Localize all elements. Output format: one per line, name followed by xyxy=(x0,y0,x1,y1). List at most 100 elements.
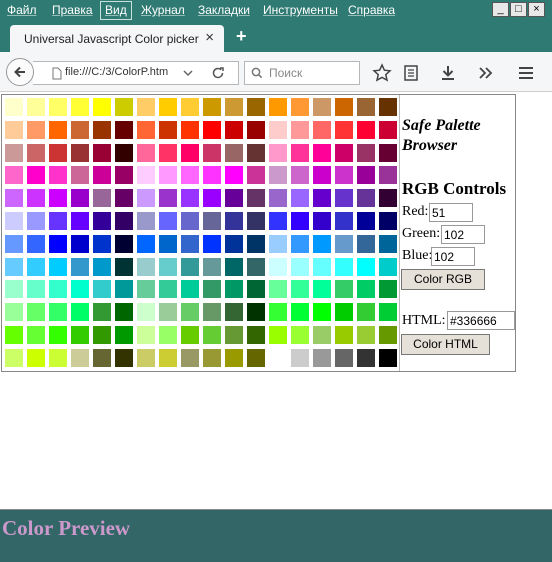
color-swatch[interactable] xyxy=(378,120,398,140)
color-swatch[interactable] xyxy=(378,97,398,117)
color-swatch[interactable] xyxy=(4,302,24,322)
menu-bookmarks[interactable]: Закладки xyxy=(198,3,250,17)
tab-close-button[interactable]: × xyxy=(205,29,214,46)
color-swatch[interactable] xyxy=(290,325,310,345)
color-swatch[interactable] xyxy=(268,165,288,185)
color-swatch[interactable] xyxy=(136,348,156,368)
color-swatch[interactable] xyxy=(290,120,310,140)
color-swatch[interactable] xyxy=(48,257,68,277)
color-swatch[interactable] xyxy=(158,165,178,185)
color-swatch[interactable] xyxy=(290,279,310,299)
color-swatch[interactable] xyxy=(224,234,244,254)
color-swatch[interactable] xyxy=(48,279,68,299)
color-swatch[interactable] xyxy=(114,348,134,368)
color-swatch[interactable] xyxy=(48,97,68,117)
color-swatch[interactable] xyxy=(334,279,354,299)
color-swatch[interactable] xyxy=(92,325,112,345)
color-swatch[interactable] xyxy=(290,211,310,231)
color-swatch[interactable] xyxy=(26,97,46,117)
color-swatch[interactable] xyxy=(312,257,332,277)
color-swatch[interactable] xyxy=(202,120,222,140)
color-swatch[interactable] xyxy=(70,211,90,231)
color-swatch[interactable] xyxy=(378,143,398,163)
color-swatch[interactable] xyxy=(246,348,266,368)
download-icon[interactable] xyxy=(438,63,458,83)
color-swatch[interactable] xyxy=(4,97,24,117)
color-swatch[interactable] xyxy=(4,120,24,140)
color-swatch[interactable] xyxy=(180,97,200,117)
color-swatch[interactable] xyxy=(268,234,288,254)
color-swatch[interactable] xyxy=(48,325,68,345)
color-swatch[interactable] xyxy=(26,325,46,345)
color-swatch[interactable] xyxy=(114,165,134,185)
color-swatch[interactable] xyxy=(224,325,244,345)
color-swatch[interactable] xyxy=(4,325,24,345)
color-swatch[interactable] xyxy=(356,97,376,117)
color-swatch[interactable] xyxy=(26,234,46,254)
color-swatch[interactable] xyxy=(114,257,134,277)
color-swatch[interactable] xyxy=(180,165,200,185)
color-swatch[interactable] xyxy=(224,348,244,368)
color-swatch[interactable] xyxy=(26,302,46,322)
color-swatch[interactable] xyxy=(48,302,68,322)
color-swatch[interactable] xyxy=(378,325,398,345)
color-swatch[interactable] xyxy=(290,165,310,185)
color-swatch[interactable] xyxy=(334,143,354,163)
color-swatch[interactable] xyxy=(136,188,156,208)
color-swatch[interactable] xyxy=(356,120,376,140)
color-swatch[interactable] xyxy=(202,325,222,345)
color-swatch[interactable] xyxy=(334,348,354,368)
color-swatch[interactable] xyxy=(290,234,310,254)
color-swatch[interactable] xyxy=(202,165,222,185)
color-swatch[interactable] xyxy=(268,325,288,345)
color-swatch[interactable] xyxy=(70,97,90,117)
color-swatch[interactable] xyxy=(202,279,222,299)
color-swatch[interactable] xyxy=(246,120,266,140)
menu-tools[interactable]: Инструменты xyxy=(263,3,338,17)
color-swatch[interactable] xyxy=(70,120,90,140)
color-swatch[interactable] xyxy=(136,325,156,345)
color-swatch[interactable] xyxy=(378,165,398,185)
color-swatch[interactable] xyxy=(180,188,200,208)
color-swatch[interactable] xyxy=(180,143,200,163)
color-swatch[interactable] xyxy=(158,143,178,163)
color-swatch[interactable] xyxy=(268,97,288,117)
color-swatch[interactable] xyxy=(268,279,288,299)
color-swatch[interactable] xyxy=(4,165,24,185)
color-swatch[interactable] xyxy=(246,279,266,299)
color-swatch[interactable] xyxy=(136,143,156,163)
color-swatch[interactable] xyxy=(158,211,178,231)
color-swatch[interactable] xyxy=(290,143,310,163)
color-swatch[interactable] xyxy=(70,348,90,368)
color-swatch[interactable] xyxy=(92,143,112,163)
color-swatch[interactable] xyxy=(268,348,288,368)
tab-active[interactable]: Universal Javascript Color picker × xyxy=(10,25,224,52)
color-swatch[interactable] xyxy=(92,302,112,322)
color-swatch[interactable] xyxy=(48,348,68,368)
color-swatch[interactable] xyxy=(246,325,266,345)
color-swatch[interactable] xyxy=(158,348,178,368)
color-rgb-button[interactable]: Color RGB xyxy=(401,269,485,290)
color-swatch[interactable] xyxy=(312,348,332,368)
color-swatch[interactable] xyxy=(48,165,68,185)
color-swatch[interactable] xyxy=(378,348,398,368)
color-swatch[interactable] xyxy=(202,234,222,254)
color-swatch[interactable] xyxy=(202,257,222,277)
color-swatch[interactable] xyxy=(268,143,288,163)
color-swatch[interactable] xyxy=(356,234,376,254)
color-swatch[interactable] xyxy=(290,257,310,277)
color-swatch[interactable] xyxy=(268,211,288,231)
color-swatch[interactable] xyxy=(136,279,156,299)
color-swatch[interactable] xyxy=(114,120,134,140)
color-swatch[interactable] xyxy=(70,188,90,208)
color-swatch[interactable] xyxy=(92,120,112,140)
color-swatch[interactable] xyxy=(158,188,178,208)
color-swatch[interactable] xyxy=(158,120,178,140)
color-swatch[interactable] xyxy=(202,348,222,368)
color-swatch[interactable] xyxy=(4,257,24,277)
color-swatch[interactable] xyxy=(114,211,134,231)
color-swatch[interactable] xyxy=(334,325,354,345)
color-swatch[interactable] xyxy=(92,234,112,254)
color-swatch[interactable] xyxy=(224,257,244,277)
color-swatch[interactable] xyxy=(92,188,112,208)
